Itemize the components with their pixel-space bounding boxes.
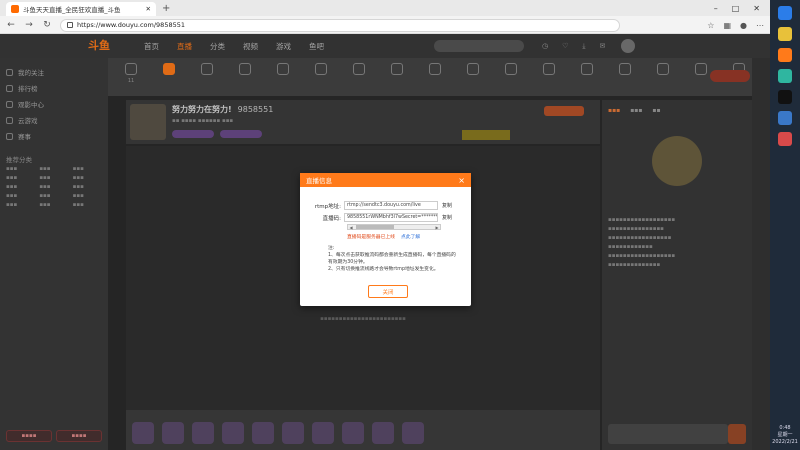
notes: 注: 1、每次点击获取推流码都会重新生成直播码，每个直播码的有效期为30分钟。 …	[328, 245, 458, 273]
collections-icon[interactable]: ▦	[723, 21, 731, 30]
system-clock[interactable]: 0:48 星期一 2022/2/21	[770, 425, 800, 446]
window-controls: – □ ✕	[714, 0, 770, 16]
app-icon[interactable]	[778, 111, 792, 125]
douyu-favicon-icon	[11, 5, 19, 13]
code-row: 直播码: 9858551rWNMbhf3l7wSecret=**********…	[300, 213, 452, 222]
url-text: https://www.douyu.com/9858551	[77, 21, 185, 29]
scroll-thumb[interactable]	[356, 225, 394, 229]
tab-title: 斗鱼天天直播_全民狂欢直播_斗鱼	[23, 6, 121, 14]
toolbar-icons: ☆ ▦ ● ⋯	[707, 21, 764, 30]
copy-rtmp-button[interactable]: 复制	[442, 202, 452, 209]
reload-icon[interactable]: ↻	[42, 20, 52, 30]
douyu-app-icon[interactable]	[778, 48, 792, 62]
back-icon[interactable]: ←	[6, 20, 16, 30]
note-2: 2、只有切换推流线路才会导致rtmp地址发生变化。	[328, 267, 439, 272]
rtmp-label: rtmp地址:	[314, 203, 341, 210]
stream-info-dialog: 直播信息 × rtmp地址: rtmp://sendtc3.douyu.com/…	[300, 173, 471, 306]
code-label: 直播码:	[322, 215, 341, 222]
tiktok-app-icon[interactable]	[778, 90, 792, 104]
tab-strip: 斗鱼天天直播_全民狂欢直播_斗鱼 ✕ + – □ ✕	[0, 0, 770, 16]
browser-tab[interactable]: 斗鱼天天直播_全民狂欢直播_斗鱼 ✕	[6, 2, 156, 16]
copy-code-button[interactable]: 复制	[442, 214, 452, 221]
code-field[interactable]: 9858551rWNMbhf3l7wSecret=**********	[344, 213, 438, 222]
notes-title: 注:	[328, 246, 335, 251]
forward-icon[interactable]: →	[24, 20, 34, 30]
close-window-icon[interactable]: ✕	[753, 4, 760, 13]
taskbar: 0:48 星期一 2022/2/21	[770, 0, 800, 450]
browser-chrome: 斗鱼天天直播_全民狂欢直播_斗鱼 ✕ + – □ ✕ ← → ↻ https:/…	[0, 0, 770, 34]
app-icon[interactable]	[778, 69, 792, 83]
app-icon[interactable]	[778, 132, 792, 146]
scroll-left-icon[interactable]: ◀	[348, 225, 354, 230]
address-bar[interactable]: https://www.douyu.com/9858551	[60, 18, 620, 32]
close-dialog-button[interactable]: 关闭	[368, 285, 408, 298]
learn-more-link[interactable]: 点此了解	[401, 235, 420, 240]
dialog-title: 直播信息	[306, 177, 332, 185]
lock-icon	[67, 22, 73, 28]
more-icon[interactable]: ⋯	[756, 21, 764, 30]
navigation-bar: ← → ↻ https://www.douyu.com/9858551 ☆ ▦ …	[0, 16, 770, 34]
browser-app-icon[interactable]	[778, 6, 792, 20]
close-tab-icon[interactable]: ✕	[146, 5, 151, 13]
warning-text: 直播码是服务器已上线 点此了解	[347, 235, 421, 240]
minimize-icon[interactable]: –	[714, 4, 718, 13]
scroll-right-icon[interactable]: ▶	[434, 225, 440, 230]
profile-icon[interactable]: ●	[740, 21, 747, 30]
new-tab-icon[interactable]: +	[162, 2, 170, 16]
code-scrollbar[interactable]: ◀ ▶	[347, 224, 441, 230]
rtmp-row: rtmp地址: rtmp://sendtc3.douyu.com/live 复制	[300, 201, 452, 210]
folder-app-icon[interactable]	[778, 27, 792, 41]
close-icon[interactable]: ×	[458, 176, 465, 185]
rtmp-field[interactable]: rtmp://sendtc3.douyu.com/live	[344, 201, 438, 210]
note-1: 1、每次点击获取推流码都会重新生成直播码，每个直播码的有效期为30分钟。	[328, 253, 456, 265]
dialog-header: 直播信息 ×	[300, 173, 471, 187]
maximize-icon[interactable]: □	[732, 4, 740, 13]
star-icon[interactable]: ☆	[707, 21, 714, 30]
